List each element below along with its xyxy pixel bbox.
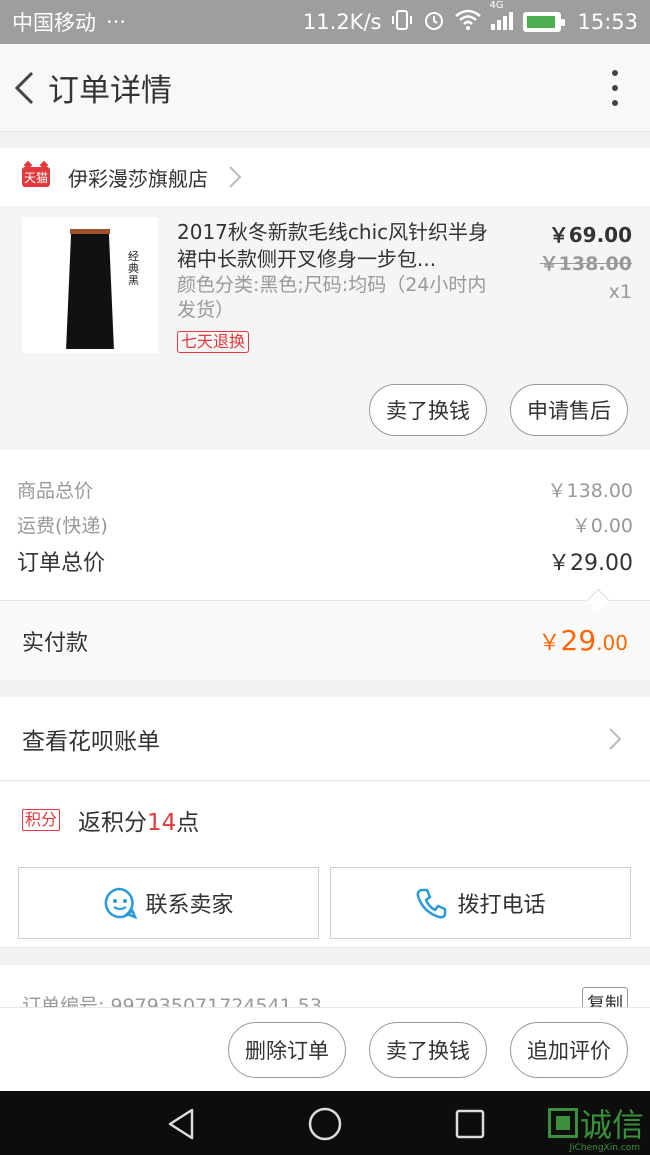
order-info-section: 订单编号: 997935071724541 53 复制 [0,965,650,1007]
return-policy-badge: 七天退换 [177,331,250,353]
cell-signal-icon: 4G [489,0,514,35]
call-phone-label: 拨打电话 [457,893,546,918]
status-dots: ··· [106,10,127,34]
points-suffix: 点 [176,810,200,836]
product-image[interactable]: 经典黑 [22,217,158,353]
battery-icon [523,12,566,32]
order-total-label: 订单总价 [17,551,106,576]
order-number: 订单编号: 997935071724541 53 [22,995,322,1007]
more-dot-icon [612,69,618,76]
shipping-label: 运费(快递) [17,515,108,537]
points-prefix: 返积分 [78,810,148,836]
add-review-button[interactable]: 追加评价 [510,1022,628,1078]
bottom-action-bar: 删除订单 卖了换钱 追加评价 [0,1007,650,1091]
network-speed: 11.2K/s [302,10,382,34]
page-title: 订单详情 [48,73,172,109]
chat-bubble-icon [105,887,138,920]
nav-back-icon[interactable] [164,1107,198,1141]
price-summary: 商品总价 ￥138.00 运费(快递) ￥0.00 订单总价 ￥29.00 [0,450,650,600]
points-text: 返积分14点 [78,803,199,837]
product-quantity: x1 [608,281,632,303]
huabei-label: 查看花呗账单 [22,728,160,755]
product-title[interactable]: 2017秋冬新款毛线chic风针织半身裙中长款侧开叉修身一步包... [177,219,492,273]
alarm-icon [423,9,445,36]
nav-recents-icon[interactable] [453,1107,487,1141]
goods-total-value: ￥138.00 [547,480,633,502]
back-button[interactable] [4,44,44,132]
chevron-right-icon [609,727,622,750]
contact-seller-label: 联系卖家 [145,893,234,918]
status-bar: 中国移动 ··· 11.2K/s 4G 15:53 [0,0,650,44]
phone-icon [417,888,447,919]
nav-bar: 订单详情 [0,44,650,132]
watermark-subtext: JiChengXin.com [569,1143,640,1153]
wifi-icon [455,9,482,36]
sell-for-cash-bottom-button[interactable]: 卖了换钱 [369,1022,487,1078]
points-row: 积分 返积分14点 [0,782,650,858]
clock: 15:53 [577,10,638,34]
paid-label: 实付款 [22,630,89,656]
paid-value: ￥29.00 [539,624,628,657]
shop-row[interactable]: 天猫 伊彩漫莎旗舰店 [0,148,650,206]
watermark-logo: 诚信 [547,1100,644,1146]
call-phone-button[interactable]: 拨打电话 [330,867,631,939]
network-type: 4G [489,0,504,11]
shop-name: 伊彩漫莎旗舰店 [68,166,208,191]
paid-amount-row: 实付款 ￥29.00 [0,588,650,680]
goods-total-label: 商品总价 [17,480,94,502]
paid-currency: ￥ [538,631,561,656]
product-original-price: ￥138.00 [539,253,632,275]
sell-for-cash-button[interactable]: 卖了换钱 [369,384,487,436]
product-price: ￥69.00 [548,223,632,247]
watermark-icon [547,1108,578,1138]
vibrate-icon [391,9,413,36]
huabei-bill-row[interactable]: 查看花呗账单 [0,697,650,781]
shipping-value: ￥0.00 [571,515,633,537]
contact-section: 联系卖家 拨打电话 [0,858,650,948]
product-image-caption: 经典黑 [128,250,139,287]
tmall-badge: 天猫 [22,167,50,187]
points-value: 14 [147,810,177,836]
watermark-text: 诚信 [579,1106,644,1144]
after-sale-button[interactable]: 申请售后 [510,384,628,436]
product-card[interactable]: 经典黑 2017秋冬新款毛线chic风针织半身裙中长款侧开叉修身一步包... 颜… [0,207,650,450]
nav-home-icon[interactable] [306,1105,344,1143]
goods-total-row: 商品总价 ￥138.00 [17,476,633,503]
order-total-row: 订单总价 ￥29.00 [17,545,633,577]
order-total-value: ￥29.00 [548,551,633,576]
delete-order-button[interactable]: 删除订单 [228,1022,346,1078]
shipping-row: 运费(快递) ￥0.00 [17,511,633,538]
paid-decimal: .00 [596,631,628,655]
chevron-right-icon [229,166,242,188]
copy-order-number-button[interactable]: 复制 [582,987,628,1007]
contact-seller-button[interactable]: 联系卖家 [18,867,319,939]
carrier-label: 中国移动 [12,11,96,35]
paid-integer: 29 [560,624,597,657]
more-menu-button[interactable] [610,69,620,106]
product-sku: 颜色分类:黑色;尺码:均码（24小时内发货） [177,274,487,321]
points-badge: 积分 [22,809,61,831]
chevron-left-icon [14,71,34,104]
